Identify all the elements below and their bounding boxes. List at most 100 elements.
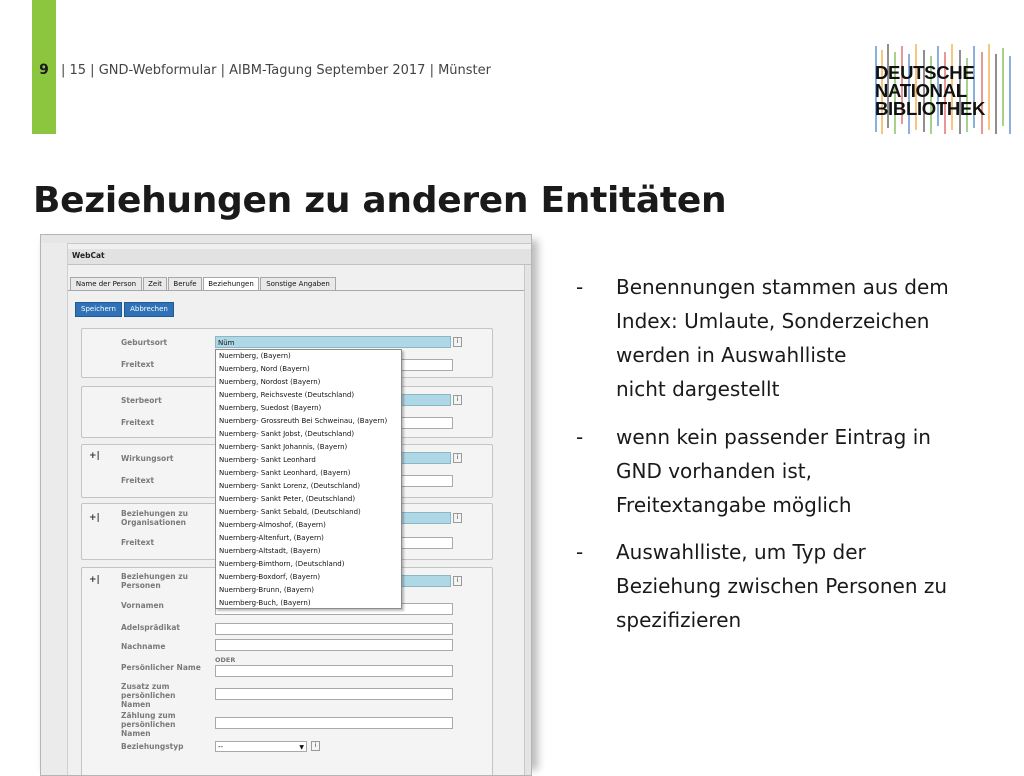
label-beziehungstyp: Beziehungstyp <box>121 742 184 751</box>
label-beziehungen-org-1: Beziehungen zu <box>121 509 188 518</box>
screenshot-scrollbar[interactable] <box>524 265 531 775</box>
page-number: 9 <box>39 62 49 78</box>
organisationen-input[interactable] <box>401 512 451 524</box>
label-freitext-4: Freitext <box>121 538 155 547</box>
list-item[interactable]: Nuernberg, Nordost (Bayern) <box>219 378 320 386</box>
list-item[interactable]: Nuernberg- Sankt Lorenz, (Deutschland) <box>219 482 360 490</box>
window-top-strip <box>41 235 531 244</box>
label-freitext-1: Freitext <box>121 360 155 369</box>
nachname-input[interactable] <box>215 639 453 651</box>
bullet-line: GND vorhanden ist, <box>616 459 812 483</box>
label-zaehlung-3: Namen <box>121 729 151 738</box>
bullet-2: - wenn kein passender Eintrag in GND vor… <box>576 420 1016 522</box>
tab-zeit[interactable]: Zeit <box>143 277 167 290</box>
list-item[interactable]: Nuernberg-Boxdorf, (Bayern) <box>219 573 320 581</box>
freitext-input-4[interactable] <box>401 537 453 549</box>
dnb-logo: DEUTSCHE NATIONAL BIBLIOTHEK <box>872 44 1014 136</box>
list-item[interactable]: Nuernberg, (Bayern) <box>219 352 291 360</box>
beziehungstyp-value: -- <box>218 743 224 751</box>
label-beziehungen-pers-2: Personen <box>121 581 161 590</box>
tab-sonstige-angaben[interactable]: Sonstige Angaben <box>260 277 336 290</box>
geburtsort-suggestion-list[interactable]: Nuernberg, (Bayern) Nuernberg, Nord (Bay… <box>215 349 402 609</box>
list-item[interactable]: Nuernberg- Sankt Johannis, (Bayern) <box>219 443 347 451</box>
freitext-input-1[interactable] <box>401 359 453 371</box>
personen-info-icon[interactable]: i <box>453 576 462 586</box>
bullet-2-text: wenn kein passender Eintrag in GND vorha… <box>616 420 1016 522</box>
chevron-down-icon: ▼ <box>299 744 304 751</box>
list-item[interactable]: Nuernberg- Grossreuth Bei Schweinau, (Ba… <box>219 417 387 425</box>
list-item[interactable]: Nuernberg- Sankt Leonhard <box>219 456 316 464</box>
list-item[interactable]: Nuernberg-Altstadt, (Bayern) <box>219 547 320 555</box>
bullet-3: - Auswahlliste, um Typ der Beziehung zwi… <box>576 535 1016 637</box>
label-zusatz-2: persönlichen <box>121 691 176 700</box>
freitext-input-2[interactable] <box>401 417 453 429</box>
list-item[interactable]: Nuernberg-Altenfurt, (Bayern) <box>219 534 324 542</box>
geburtsort-input[interactable]: Nüm <box>215 336 451 348</box>
bullet-dash: - <box>576 425 584 449</box>
list-item[interactable]: Nuernberg-Almoshof, (Bayern) <box>219 521 326 529</box>
freitext-input-3[interactable] <box>401 475 453 487</box>
geburtsort-info-icon[interactable]: i <box>453 337 462 347</box>
personen-add-icon[interactable]: +| <box>89 575 100 585</box>
wirkungsort-add-icon[interactable]: +| <box>89 451 100 461</box>
tab-beziehungen[interactable]: Beziehungen <box>203 277 259 291</box>
label-wirkungsort: Wirkungsort <box>121 454 174 463</box>
bullet-line: Freitextangabe möglich <box>616 493 852 517</box>
list-item[interactable]: Nuernberg-Brunn, (Bayern) <box>219 586 314 594</box>
bullet-line: werden in Auswahlliste <box>616 343 847 367</box>
persoenlicher-name-input[interactable] <box>215 665 453 677</box>
slide-title: Beziehungen zu anderen Entitäten <box>33 180 727 221</box>
app-name: WebCat <box>72 251 105 260</box>
list-item[interactable]: Nuernberg, Reichsveste (Deutschland) <box>219 391 354 399</box>
list-item[interactable]: Nuernberg- Sankt Sebald, (Deutschland) <box>219 508 361 516</box>
label-beziehungen-pers-1: Beziehungen zu <box>121 572 188 581</box>
list-item[interactable]: Nuernberg, Nord (Bayern) <box>219 365 310 373</box>
label-nachname: Nachname <box>121 642 166 651</box>
list-item[interactable]: Nuernberg- Sankt Jobst, (Deutschland) <box>219 430 354 438</box>
bullet-1-text: Benennungen stammen aus dem Index: Umlau… <box>616 270 1016 406</box>
bullet-dash: - <box>576 275 584 299</box>
label-sterbeort: Sterbeort <box>121 396 162 405</box>
bullet-1: - Benennungen stammen aus dem Index: Uml… <box>576 270 1016 406</box>
list-item[interactable]: Nuernberg- Sankt Peter, (Deutschland) <box>219 495 355 503</box>
list-item[interactable]: Nuernberg-Buch, (Bayern) <box>219 599 311 607</box>
header-meta: | 15 | GND-Webformular | AIBM-Tagung Sep… <box>61 63 491 78</box>
window-left-column <box>41 243 68 775</box>
bullet-line: Auswahlliste, um Typ der <box>616 540 866 564</box>
wirkungsort-info-icon[interactable]: i <box>453 453 462 463</box>
app-titlebar: WebCat <box>68 249 531 265</box>
tab-name-der-person[interactable]: Name der Person <box>70 277 142 290</box>
organisationen-info-icon[interactable]: i <box>453 513 462 523</box>
personen-input[interactable] <box>401 575 451 587</box>
label-beziehungen-org-2: Organisationen <box>121 518 187 527</box>
bullet-line: Index: Umlaute, Sonderzeichen <box>616 309 930 333</box>
bullet-line: wenn kein passender Eintrag in <box>616 425 931 449</box>
wirkungsort-input[interactable] <box>401 452 451 464</box>
save-button[interactable]: Speichern <box>75 302 122 317</box>
bullet-line: spezifizieren <box>616 608 742 632</box>
label-zaehlung-1: Zählung zum <box>121 711 176 720</box>
bullet-dash: - <box>576 540 584 564</box>
zusatz-input[interactable] <box>215 688 453 700</box>
oder-label: ODER <box>215 656 236 664</box>
beziehungstyp-select[interactable]: -- ▼ <box>215 741 307 752</box>
list-item[interactable]: Nuernberg, Suedost (Bayern) <box>219 404 321 412</box>
tab-berufe[interactable]: Berufe <box>168 277 202 290</box>
tab-underline <box>68 290 531 291</box>
logo-line-3: BIBLIOTHEK <box>875 98 986 119</box>
sterbeort-input[interactable] <box>401 394 451 406</box>
list-item[interactable]: Nuernberg- Sankt Leonhard, (Bayern) <box>219 469 350 477</box>
sterbeort-info-icon[interactable]: i <box>453 395 462 405</box>
adelspraedikat-input[interactable] <box>215 623 453 635</box>
label-freitext-2: Freitext <box>121 418 155 427</box>
bullet-line: Beziehung zwischen Personen zu <box>616 574 948 598</box>
beziehungstyp-info-icon[interactable]: i <box>311 741 320 751</box>
organisationen-add-icon[interactable]: +| <box>89 513 100 523</box>
cancel-button[interactable]: Abbrechen <box>124 302 174 317</box>
list-item[interactable]: Nuernberg-Bimthorn, (Deutschland) <box>219 560 344 568</box>
logo-text: DEUTSCHE NATIONAL BIBLIOTHEK <box>875 63 986 119</box>
label-zusatz-3: Namen <box>121 700 151 709</box>
zaehlung-input[interactable] <box>215 717 453 729</box>
label-persoenlicher-name: Persönlicher Name <box>121 663 201 672</box>
label-zusatz-1: Zusatz zum <box>121 682 170 691</box>
